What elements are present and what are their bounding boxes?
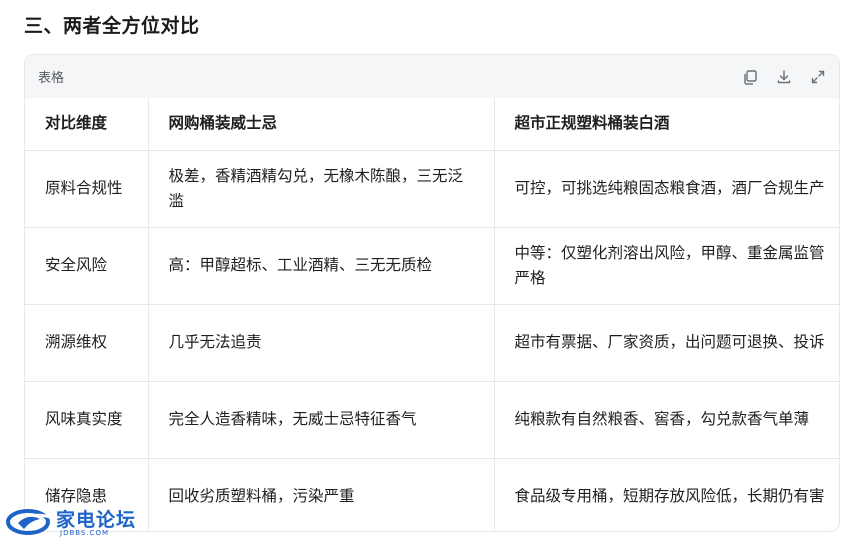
table-cell: 完全人造香精味，无威士忌特征香气 bbox=[148, 381, 495, 459]
watermark-name: 家电论坛 bbox=[56, 509, 137, 531]
copy-icon bbox=[744, 69, 757, 85]
table-card-header: 表格 bbox=[25, 55, 839, 98]
table-cell: 极差，香精酒精勾兑，无橡木陈酿，三无泛滥 bbox=[148, 150, 495, 228]
jdbbs-logo-icon bbox=[6, 509, 51, 535]
table-cell: 食品级专用桶，短期存放风险低，长期仍有害 bbox=[494, 458, 839, 531]
table-cell: 可控，可挑选纯粮固态粮食酒，酒厂合规生产 bbox=[494, 150, 839, 228]
download-icon bbox=[777, 69, 791, 83]
table-cell: 风味真实度 bbox=[25, 381, 149, 459]
column-header: 对比维度 bbox=[25, 98, 149, 151]
table-cell: 纯粮款有自然粮香、窖香，勾兑款香气单薄 bbox=[494, 381, 839, 459]
section-title: 三、两者全方位对比 bbox=[24, 15, 200, 37]
table-header-row: 对比维度 网购桶装威士忌 超市正规塑料桶装白酒 bbox=[25, 98, 839, 151]
table-cell: 超市有票据、厂家资质，出问题可退换、投诉 bbox=[494, 304, 839, 382]
expand-button[interactable] bbox=[809, 68, 827, 86]
table-row: 溯源维权 几乎无法追责 超市有票据、厂家资质，出问题可退换、投诉 bbox=[25, 304, 839, 382]
expand-icon bbox=[811, 70, 825, 83]
table-row: 安全风险 高：甲醇超标、工业酒精、三无无质检 中等：仅塑化剂溶出风险，甲醇、重金… bbox=[25, 227, 839, 305]
table-card-actions bbox=[741, 68, 827, 86]
copy-button[interactable] bbox=[741, 68, 759, 86]
table-cell: 原料合规性 bbox=[25, 150, 149, 228]
watermark: 家电论坛 JDBBS.COM bbox=[6, 505, 136, 541]
table-row: 风味真实度 完全人造香精味，无威士忌特征香气 纯粮款有自然粮香、窖香，勾兑款香气… bbox=[25, 381, 839, 459]
watermark-domain: JDBBS.COM bbox=[60, 529, 110, 537]
table-cell: 回收劣质塑料桶，污染严重 bbox=[148, 458, 495, 531]
table-cell: 几乎无法追责 bbox=[148, 304, 495, 382]
table-cell: 高：甲醇超标、工业酒精、三无无质检 bbox=[148, 227, 495, 305]
table-card-label: 表格 bbox=[38, 71, 65, 86]
comparison-table: 对比维度 网购桶装威士忌 超市正规塑料桶装白酒 原料合规性 极差，香精酒精勾兑，… bbox=[25, 98, 839, 531]
download-button[interactable] bbox=[775, 68, 793, 86]
table-row: 储存隐患 回收劣质塑料桶，污染严重 食品级专用桶，短期存放风险低，长期仍有害 bbox=[25, 458, 839, 531]
page: 三、两者全方位对比 表格 对比维度 网购桶装威士忌 超市正规塑料桶装白酒 原料合… bbox=[0, 0, 866, 547]
column-header: 网购桶装威士忌 bbox=[148, 98, 495, 151]
table-card: 表格 对比维度 网购桶装威士忌 超市正规塑料桶装白酒 原料合规性 极差，香精酒精… bbox=[24, 54, 840, 532]
table-cell: 溯源维权 bbox=[25, 304, 149, 382]
table-cell: 安全风险 bbox=[25, 227, 149, 305]
column-header: 超市正规塑料桶装白酒 bbox=[494, 98, 839, 151]
table-row: 原料合规性 极差，香精酒精勾兑，无橡木陈酿，三无泛滥 可控，可挑选纯粮固态粮食酒… bbox=[25, 150, 839, 228]
table-cell: 中等：仅塑化剂溶出风险，甲醇、重金属监管严格 bbox=[494, 227, 839, 305]
